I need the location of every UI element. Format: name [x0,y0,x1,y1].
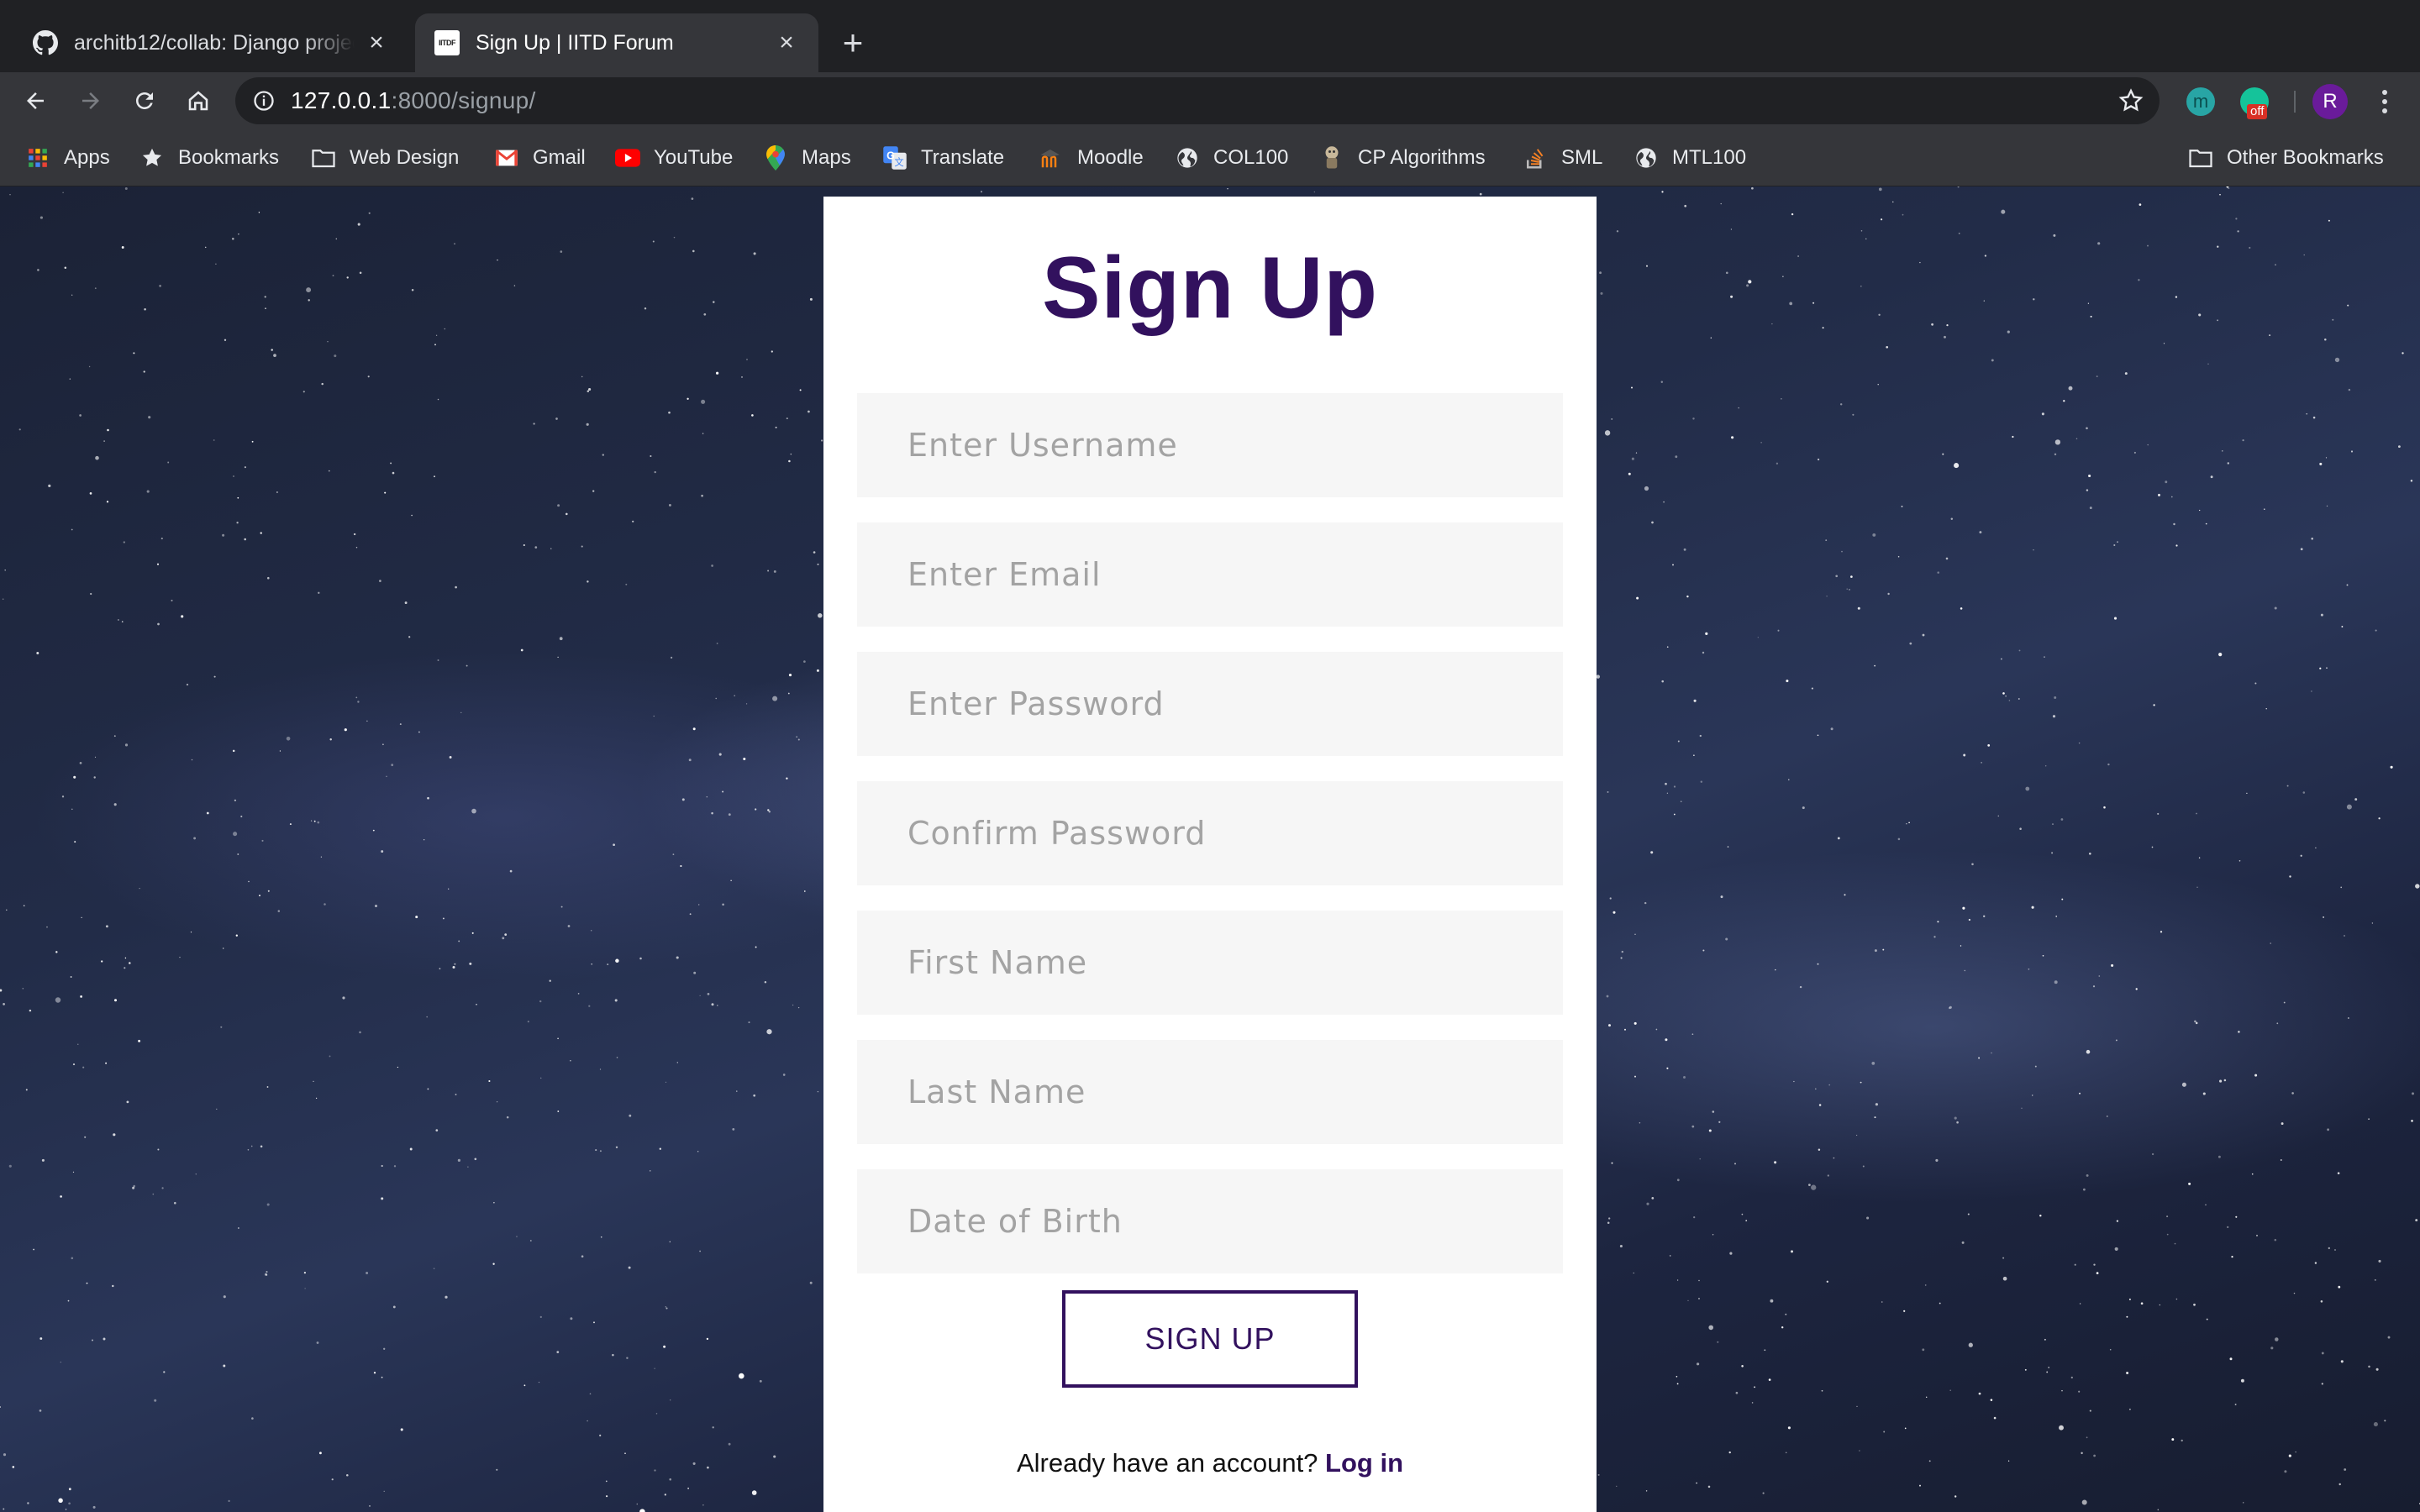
confirm-password-input[interactable] [857,781,1563,885]
bookmark-label: SML [1561,146,1603,169]
extension-m-icon[interactable]: m [2186,87,2215,116]
new-tab-icon[interactable]: + [832,22,874,64]
forward-arrow-icon[interactable] [69,79,113,123]
bookmark-label: MTL100 [1672,146,1747,169]
more-menu-icon[interactable] [2368,84,2402,119]
reload-icon[interactable] [123,79,166,123]
bookmark-label: COL100 [1213,146,1289,169]
folder-icon [2188,145,2213,171]
cp-algorithms-icon [1319,145,1344,171]
bookmark-youtube[interactable]: YouTube [615,141,733,175]
translate-icon: G文 [882,145,908,171]
first-name-input[interactable] [857,911,1563,1015]
folder-icon [311,145,336,171]
bookmark-label: Other Bookmarks [2227,146,2384,169]
bookmark-web-design[interactable]: Web Design [311,141,459,175]
login-prompt-text: Already have an account? [1016,1448,1318,1478]
star-icon [139,145,165,171]
bookmark-label: Apps [64,146,110,169]
tab-title: Sign Up | IITD Forum [476,30,674,55]
email-input[interactable] [857,522,1563,627]
globe-icon [1634,145,1659,171]
signup-button[interactable]: SIGN UP [1062,1290,1358,1388]
info-icon[interactable] [252,89,276,113]
page-viewport: Sign Up SIGN UP Already have an account?… [0,186,2420,1512]
maps-pin-icon [763,145,788,171]
youtube-icon [615,145,640,171]
login-prompt: Already have an account? Log in [823,1448,1597,1478]
bookmark-mtl100[interactable]: MTL100 [1634,141,1746,175]
bookmark-label: Bookmarks [178,146,280,169]
bookmark-maps[interactable]: Maps [763,141,851,175]
address-bar[interactable]: 127.0.0.1:8000/signup/ [235,77,2160,124]
back-arrow-icon[interactable] [13,79,57,123]
home-icon[interactable] [176,79,220,123]
globe-icon [1175,145,1200,171]
favicon-text: IITDF [434,30,460,55]
svg-text:文: 文 [894,156,903,168]
bookmark-moodle[interactable]: Moodle [1039,141,1144,175]
bookmark-label: Web Design [350,146,460,169]
bookmark-label: Translate [921,146,1005,169]
iitd-forum-icon: IITDF [434,29,460,56]
github-icon [32,29,59,56]
bookmark-label: CP Algorithms [1358,146,1486,169]
close-tab-icon[interactable]: × [363,29,390,56]
login-link[interactable]: Log in [1325,1448,1403,1478]
bookmarks-bar: Apps Bookmarks Web Design Gmail YouTube … [0,129,2420,186]
bookmark-cp-algorithms[interactable]: CP Algorithms [1319,141,1486,175]
tab-title: architb12/collab: Django project [74,30,355,55]
last-name-input[interactable] [857,1040,1563,1144]
url-text: 127.0.0.1:8000/signup/ [291,87,536,114]
bookmark-label: Maps [802,146,851,169]
bookmark-label: Moodle [1077,146,1144,169]
bookmark-col100[interactable]: COL100 [1175,141,1288,175]
stackoverflow-icon [1523,145,1548,171]
bookmark-gmail[interactable]: Gmail [494,141,586,175]
signup-card: Sign Up SIGN UP Already have an account?… [823,197,1597,1512]
bookmark-sml[interactable]: SML [1523,141,1602,175]
url-path: :8000/signup/ [391,87,536,113]
page-title: Sign Up [1042,239,1378,337]
close-tab-icon[interactable]: × [773,29,800,56]
gmail-icon [494,145,519,171]
tab-signup[interactable]: IITDF Sign Up | IITD Forum × [415,13,818,72]
browser-toolbar: 127.0.0.1:8000/signup/ m off R [0,72,2420,129]
bookmark-other-bookmarks[interactable]: Other Bookmarks [2188,141,2384,175]
bookmark-translate[interactable]: G文 Translate [882,141,1004,175]
tab-github[interactable]: architb12/collab: Django project × [13,13,408,72]
toolbar-divider [2294,91,2296,113]
moodle-icon [1039,145,1064,171]
username-input[interactable] [857,393,1563,497]
password-input[interactable] [857,652,1563,756]
bookmark-label: Gmail [533,146,586,169]
tab-strip: architb12/collab: Django project × IITDF… [0,0,2420,72]
url-host: 127.0.0.1 [291,87,392,113]
bookmark-apps[interactable]: Apps [25,141,110,175]
profile-avatar[interactable]: R [2312,84,2348,119]
bookmark-star-icon[interactable] [2118,87,2144,114]
extension-badge: off [2247,104,2268,119]
date-of-birth-input[interactable] [857,1169,1563,1273]
bookmark-label: YouTube [654,146,734,169]
apps-grid-icon [25,145,50,171]
bookmark-bookmarks[interactable]: Bookmarks [139,141,279,175]
